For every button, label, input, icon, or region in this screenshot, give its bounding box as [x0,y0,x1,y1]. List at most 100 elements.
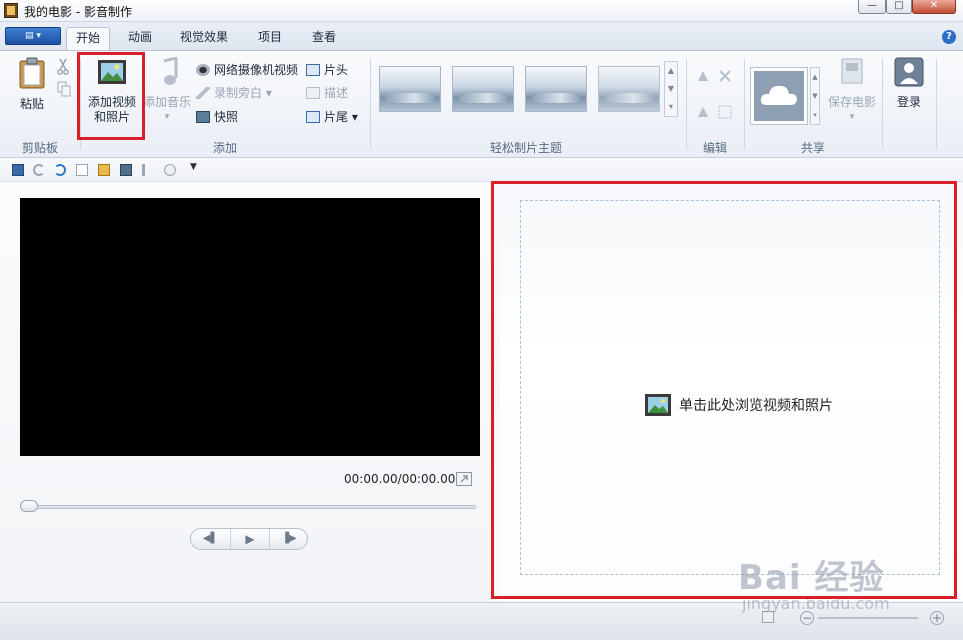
undo-icon[interactable] [33,164,45,176]
add-media-icon[interactable] [120,164,132,176]
close-button[interactable]: ✕ [912,0,956,14]
save-movie-dropdown-arrow: ▾ [849,112,855,122]
themes-gallery-scroll[interactable]: ▲ ▼ ▾ [664,61,678,117]
tab-animations[interactable]: 动画 [118,27,162,50]
film-photo-icon [98,60,126,84]
status-bar: − + [0,602,963,640]
add-videos-photos-button[interactable]: 添加视频 和照片 [84,57,140,125]
add-music-dropdown-arrow: ▾ [164,112,170,122]
caption-icon [306,87,320,99]
film-photo-icon [645,394,671,416]
user-icon [894,57,924,87]
seek-bar[interactable] [22,505,476,509]
cut-icon[interactable] [57,59,69,75]
help-icon[interactable]: ? [942,30,956,44]
tab-project[interactable]: 项目 [248,27,292,50]
main-area: 00:00.00/00:00.00 ◀▌ ▶ ▐▶ 单击此处浏览视频和照片 [0,182,963,602]
snapshot-qat-icon[interactable] [164,164,176,176]
quick-access-toolbar: ▼ [0,158,963,182]
browse-media-link[interactable]: 单击此处浏览视频和照片 [645,393,833,417]
rotate-left-icon[interactable] [696,69,710,83]
caption-label: 描述 [324,86,349,100]
browse-media-text: 单击此处浏览视频和照片 [679,398,833,414]
zoom-slider[interactable] [818,617,918,619]
credits-button[interactable]: 片尾 ▾ [306,108,358,128]
theme-thumbnail[interactable] [525,66,587,112]
time-display: 00:00.00/00:00.00 [344,472,456,486]
preview-pane: 00:00.00/00:00.00 ◀▌ ▶ ▐▶ [0,182,490,602]
ribbon-tab-strip: ▤ ▾ 开始 动画 视觉效果 项目 查看 ? [0,22,963,50]
sharing-group-label: 共享 [800,141,825,155]
record-narration-label: 录制旁白 [214,86,263,100]
clipboard-group-label: 剪贴板 [21,141,58,155]
zoom-in-icon[interactable]: + [930,611,944,625]
add-videos-photos-label-2: 和照片 [93,110,130,124]
minimize-button[interactable]: — [858,0,886,14]
tab-visual-effects[interactable]: 视觉效果 [172,27,236,50]
themes-group-label: 轻松制片主题 [489,141,562,155]
credits-label: 片尾 [324,110,349,124]
remove-icon[interactable] [718,69,732,83]
select-all-icon[interactable] [718,105,732,119]
save-movie-label: 保存电影 [827,95,876,109]
webcam-video-label: 网络摄像机视频 [214,63,299,77]
tab-home[interactable]: 开始 [66,27,110,50]
caption-button[interactable]: 描述 [306,84,348,104]
window-title: 我的电影 - 影音制作 [24,5,132,19]
fullscreen-icon[interactable] [456,472,472,486]
snapshot-button[interactable]: 快照 [196,108,238,128]
open-project-icon[interactable] [98,164,110,176]
title-bar: 我的电影 - 影音制作 — □ ✕ [0,0,963,22]
storyboard-pane: 单击此处浏览视频和照片 [500,182,963,602]
save-movie-button[interactable]: 保存电影 ▾ [824,57,880,125]
theme-thumbnail[interactable] [598,66,660,112]
storyboard-dropzone[interactable]: 单击此处浏览视频和照片 [520,200,940,575]
snapshot-label: 快照 [214,110,239,124]
music-icon[interactable] [142,164,154,176]
maximize-button[interactable]: □ [886,0,912,14]
tab-view[interactable]: 查看 [302,27,346,50]
webcam-video-button[interactable]: 网络摄像机视频 [196,61,298,81]
customize-qat-icon[interactable]: ▼ [190,162,197,172]
rotate-right-icon[interactable] [696,105,710,119]
save-movie-icon [841,58,863,84]
theme-thumbnail[interactable] [452,66,514,112]
next-frame-icon[interactable]: ▐▶ [269,529,308,549]
storyboard-view-icon[interactable] [762,611,774,623]
copy-icon[interactable] [57,81,71,97]
clipboard-icon [19,57,45,89]
playback-controls: ◀▌ ▶ ▐▶ [190,528,308,550]
add-music-label: 添加音乐 [143,95,192,109]
paste-label: 粘贴 [19,97,44,111]
ribbon: 粘贴 剪贴板 添加视频 和照片 添加音乐 ▾ 网络摄像机视频 录制旁白 ▾ 快照… [0,50,963,158]
music-note-icon [163,56,178,85]
video-preview[interactable] [20,198,480,456]
previous-frame-icon[interactable]: ◀▌ [191,529,230,549]
title-icon [306,64,320,76]
app-menu-button[interactable]: ▤ ▾ [5,27,61,45]
save-icon[interactable] [12,164,24,176]
editing-group-label: 编辑 [702,141,727,155]
skydrive-share-button[interactable] [750,67,808,125]
add-videos-photos-label-1: 添加视频 [87,95,136,109]
seek-thumb[interactable] [20,500,38,512]
redo-icon[interactable] [54,164,66,176]
sign-in-button[interactable]: 登录 [888,57,930,110]
new-project-icon[interactable] [76,164,88,176]
zoom-out-icon[interactable]: − [800,611,814,625]
share-gallery-scroll[interactable]: ▲ ▼ ▾ [810,67,820,125]
add-music-button[interactable]: 添加音乐 ▾ [143,56,192,125]
title-button[interactable]: 片头 [306,61,348,81]
theme-thumbnail[interactable] [379,66,441,112]
snapshot-icon [196,111,210,123]
webcam-icon [196,64,210,76]
cloud-icon [754,71,804,121]
title-label: 片头 [324,63,349,77]
sign-in-label: 登录 [896,95,921,109]
add-group-label: 添加 [212,141,237,155]
record-narration-button[interactable]: 录制旁白 ▾ [196,84,272,104]
paste-button[interactable]: 粘贴 [12,57,52,112]
app-icon [4,3,18,18]
play-icon[interactable]: ▶ [230,529,269,549]
microphone-icon [196,87,210,99]
